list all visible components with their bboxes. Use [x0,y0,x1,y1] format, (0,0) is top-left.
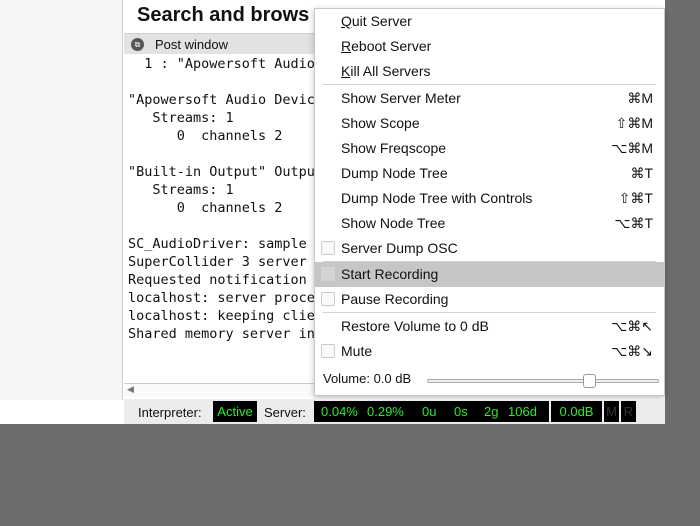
post-line [128,145,323,163]
record-indicator[interactable]: R [621,401,636,422]
menu-item-label: Restore Volume to 0 dB [341,318,489,334]
menu-item-label: Pause Recording [341,291,449,307]
menu-item-reboot-server[interactable]: Reboot Server [315,34,664,59]
menu-item-show-server-meter[interactable]: Show Server Meter ⌘M [315,86,664,111]
menu-item-show-scope[interactable]: Show Scope ⇧⌘M [315,111,664,136]
post-line: SuperCollider 3 server r [128,254,324,270]
post-line [128,73,323,91]
mnemonic: K [341,63,351,79]
groups-count: 2g [484,404,499,419]
menu-item-restore-volume-to-0-db[interactable]: Restore Volume to 0 dB ⌥⌘↖ [315,314,664,339]
menu-item-show-freqscope[interactable]: Show Freqscope ⌥⌘M [315,136,664,161]
menu-item-dump-node-tree-with-controls[interactable]: Dump Node Tree with Controls ⇧⌘T [315,186,664,211]
ugens-count: 0u [422,404,437,419]
peak-cpu: 0.29% [367,404,404,419]
post-window-title: Post window [155,37,228,52]
volume-display[interactable]: 0.0dB [551,401,602,422]
menu-item-kill-all-servers[interactable]: Kill All Servers [315,59,664,84]
post-line: 0 channels 2 [128,128,283,144]
post-line: "Apowersoft Audio Device [128,92,324,108]
mute-indicator[interactable]: M [604,401,619,422]
shortcut: ⌘T [630,165,653,181]
server-label: Server: [264,405,306,420]
help-browser-title: Search and brows [137,4,310,26]
checkbox[interactable] [321,241,335,255]
avg-cpu: 0.04% [321,404,358,419]
menu-item-label: Kill All Servers [341,59,430,84]
volume-label: Volume: 0.0 dB [323,371,412,386]
label-rest: ill All Servers [350,63,431,79]
menu-item-mute[interactable]: Mute ⌥⌘↘ [315,339,664,364]
label-rest: eboot Server [351,38,432,54]
menu-item-start-recording[interactable]: Start Recording [315,262,664,287]
volume-slider-thumb[interactable] [583,374,596,388]
menu-item-label: Dump Node Tree [341,165,448,181]
checkbox[interactable] [321,344,335,358]
checkbox[interactable] [321,267,335,281]
shortcut: ⌥⌘M [611,140,653,156]
left-panel [0,0,123,400]
post-line: 1 : "Apowersoft Audio [128,56,315,72]
menu-item-label: Show Freqscope [341,140,447,156]
post-line: Streams: 1 [128,182,234,198]
synthdefs-count: 106d [508,404,537,419]
post-line [128,217,323,235]
scroll-left-arrow-icon[interactable]: ◀ [127,384,134,395]
shortcut: ⌘M [627,90,653,106]
menu-item-pause-recording[interactable]: Pause Recording [315,287,664,312]
menu-item-label: Mute [341,343,373,359]
mnemonic: R [341,38,352,54]
mnemonic: Q [341,13,352,29]
server-status-display[interactable]: 0.04% 0.29% 0u 0s 2g 106d [314,401,549,422]
menu-item-server-dump-osc[interactable]: Server Dump OSC [315,236,664,261]
post-line: Shared memory server int [128,326,324,342]
post-line: "Built-in Output" Output [128,164,324,180]
server-context-menu: Quit Server Reboot Server Kill All Servers… [314,8,665,396]
shortcut: ⇧⌘M [615,115,653,131]
menu-item-label: Start Recording [341,266,439,282]
menu-item-label: Reboot Server [341,34,431,59]
menu-item-label: Show Server Meter [341,90,461,106]
interpreter-label: Interpreter: [138,405,202,420]
menu-item-label: Show Node Tree [341,215,446,231]
post-line: Streams: 1 [128,110,234,126]
post-line: localhost: keeping clien [128,308,324,324]
synths-count: 0s [454,404,468,419]
shortcut: ⇧⌘T [618,190,653,206]
menu-item-quit-server[interactable]: Quit Server [315,9,664,34]
post-line: Requested notification m [128,272,324,288]
shortcut: ⌥⌘T [614,215,653,231]
menu-item-label: Quit Server [341,9,412,34]
menu-item-label: Dump Node Tree with Controls [341,190,533,206]
post-line: localhost: server proces [128,290,324,306]
undock-icon[interactable]: ⧉ [131,38,144,51]
interpreter-status: Active [213,401,257,422]
label-rest: uit Server [351,13,412,29]
menu-separator [323,84,656,85]
shortcut: ⌥⌘↘ [611,343,653,359]
menu-item-label: Show Scope [341,115,420,131]
menu-item-dump-node-tree[interactable]: Dump Node Tree ⌘T [315,161,664,186]
post-line: 0 channels 2 [128,200,283,216]
menu-item-label: Server Dump OSC [341,240,458,256]
checkbox[interactable] [321,292,335,306]
post-window-text: 1 : "Apowersoft Audio "Apowersoft Audio … [128,55,323,343]
status-bar: Interpreter: Active Server: 0.04% 0.29% … [124,399,665,424]
shortcut: ⌥⌘↖ [611,318,653,334]
menu-separator [323,312,656,313]
volume-slider[interactable] [427,374,659,388]
post-line: SC_AudioDriver: sample r [128,236,324,252]
menu-item-show-node-tree[interactable]: Show Node Tree ⌥⌘T [315,211,664,236]
